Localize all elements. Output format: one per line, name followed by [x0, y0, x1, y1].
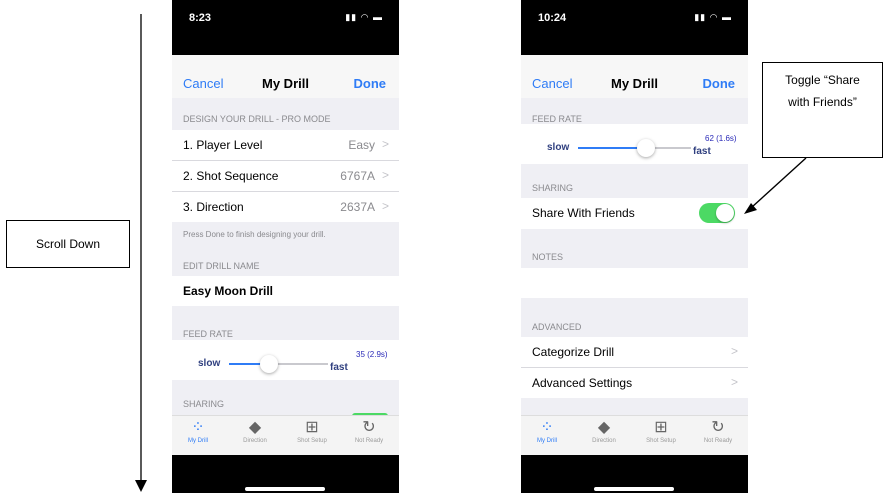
status-time: 8:23: [189, 12, 212, 24]
toggle-knob: [716, 204, 734, 222]
row-value: Easy: [348, 138, 375, 152]
direction-sign-icon: ◆: [597, 419, 611, 436]
row-label: 2. Shot Sequence: [183, 169, 279, 183]
done-hint-text: Press Done to finish designing your dril…: [183, 230, 326, 239]
slider-max-label: fast: [330, 362, 348, 373]
section-header-notes: NOTES: [532, 252, 564, 262]
feed-rate-value: 35 (2.9s): [356, 350, 388, 359]
tab-not-ready[interactable]: ↻ Not Ready: [693, 418, 743, 444]
refresh-icon: ↻: [711, 419, 725, 436]
sliders-icon: ⊞: [654, 419, 668, 436]
direction-sign-icon: ◆: [248, 419, 262, 436]
advanced-settings-row[interactable]: Advanced Settings >: [521, 368, 748, 398]
row-label: 3. Direction: [183, 200, 244, 214]
done-button[interactable]: Done: [354, 76, 387, 91]
categorize-drill-row[interactable]: Categorize Drill >: [521, 337, 748, 368]
chevron-right-icon: >: [730, 344, 738, 358]
left-phone-screenshot: 8:23 ▮▮ ◠ ▬ Cancel My Drill Done DESIGN …: [172, 0, 399, 493]
tab-direction[interactable]: ◆ Direction: [230, 418, 280, 444]
tab-my-drill[interactable]: ⁘ My Drill: [173, 418, 223, 444]
signal-wifi-battery-icon: ▮▮ ◠ ▬: [694, 12, 732, 22]
share-with-friends-toggle[interactable]: [699, 203, 735, 223]
tab-bar: ⁘ My Drill ◆ Direction ⊞ Shot Setup ↻ No…: [172, 415, 399, 455]
section-header-feed-rate: FEED RATE: [183, 329, 233, 339]
tab-label: Shot Setup: [297, 438, 327, 444]
section-header-sharing: SHARING: [183, 399, 225, 409]
tab-my-drill[interactable]: ⁘ My Drill: [522, 418, 572, 444]
feed-rate-value: 62 (1.6s): [705, 134, 737, 143]
share-with-friends-label: Share With Friends: [532, 206, 635, 220]
sliders-icon: ⊞: [305, 419, 319, 436]
feed-rate-slider-thumb[interactable]: [637, 139, 655, 157]
feed-rate-slider-row: slow fast 35 (2.9s): [172, 340, 399, 380]
section-header-advanced: ADVANCED: [532, 322, 582, 332]
tab-label: Direction: [243, 438, 267, 444]
row-player-level[interactable]: 1. Player Level Easy >: [172, 130, 399, 161]
chevron-right-icon: >: [381, 199, 389, 213]
refresh-icon: ↻: [362, 419, 376, 436]
tab-label: Shot Setup: [646, 438, 676, 444]
row-shot-sequence[interactable]: 2. Shot Sequence 6767A >: [172, 161, 399, 192]
toggle-share-callout: Toggle “Share with Friends”: [762, 62, 883, 158]
chevron-right-icon: >: [381, 168, 389, 182]
signal-wifi-battery-icon: ▮▮ ◠ ▬: [345, 12, 383, 22]
status-bar: 10:24 ▮▮ ◠ ▬: [521, 0, 748, 55]
chevron-right-icon: >: [730, 375, 738, 389]
home-indicator[interactable]: [245, 487, 325, 491]
row-label: Advanced Settings: [532, 376, 633, 390]
section-header-design: DESIGN YOUR DRILL - PRO MODE: [183, 114, 331, 124]
slider-min-label: slow: [198, 358, 221, 369]
row-value: 6767A: [340, 169, 375, 183]
done-button[interactable]: Done: [703, 76, 736, 91]
home-bar: [172, 455, 399, 493]
status-bar: 8:23 ▮▮ ◠ ▬: [172, 0, 399, 55]
feed-rate-slider-row: slow fast 62 (1.6s): [521, 124, 748, 164]
callout-line-2: with Friends”: [788, 95, 857, 109]
section-header-edit-name: EDIT DRILL NAME: [183, 261, 260, 271]
status-time: 10:24: [538, 12, 567, 24]
tab-label: Not Ready: [703, 438, 733, 444]
feed-rate-slider-thumb[interactable]: [260, 355, 278, 373]
row-value: 2637A: [340, 200, 375, 214]
share-with-friends-row: Share With Friends: [521, 198, 748, 229]
drill-settings-screen: Cancel My Drill Done FEED RATE slow fast…: [521, 55, 748, 455]
tab-shot-setup[interactable]: ⊞ Shot Setup: [636, 418, 686, 444]
tab-label: Direction: [592, 438, 616, 444]
tab-not-ready[interactable]: ↻ Not Ready: [344, 418, 394, 444]
notes-field[interactable]: [521, 268, 748, 298]
home-bar: [521, 455, 748, 493]
slider-max-label: fast: [693, 146, 711, 157]
tab-label: My Drill: [537, 438, 557, 444]
right-phone-screenshot: 10:24 ▮▮ ◠ ▬ Cancel My Drill Done FEED R…: [521, 0, 748, 493]
row-label: Categorize Drill: [532, 345, 615, 359]
drill-name-value: Easy Moon Drill: [183, 284, 274, 298]
slider-min-label: slow: [547, 142, 570, 153]
nav-bar: Cancel My Drill Done: [521, 55, 748, 98]
chevron-right-icon: >: [381, 137, 389, 151]
drill-settings-screen: Cancel My Drill Done DESIGN YOUR DRILL -…: [172, 55, 399, 455]
slider-track-filled: [578, 147, 646, 149]
tab-label: My Drill: [188, 438, 208, 444]
drill-name-field[interactable]: Easy Moon Drill: [172, 276, 399, 306]
tab-bar: ⁘ My Drill ◆ Direction ⊞ Shot Setup ↻ No…: [521, 415, 748, 455]
drill-pattern-icon: ⁘: [540, 419, 554, 436]
nav-bar: Cancel My Drill Done: [172, 55, 399, 98]
drill-pattern-icon: ⁘: [191, 419, 205, 436]
tab-direction[interactable]: ◆ Direction: [579, 418, 629, 444]
section-header-feed-rate: FEED RATE: [532, 114, 582, 124]
row-label: 1. Player Level: [183, 138, 263, 152]
section-header-sharing: SHARING: [532, 183, 574, 193]
tab-shot-setup[interactable]: ⊞ Shot Setup: [287, 418, 337, 444]
callout-line-1: Toggle “Share: [785, 73, 860, 87]
home-indicator[interactable]: [594, 487, 674, 491]
tab-label: Not Ready: [354, 438, 384, 444]
scroll-down-label: Scroll Down: [6, 220, 130, 268]
row-direction[interactable]: 3. Direction 2637A >: [172, 192, 399, 222]
